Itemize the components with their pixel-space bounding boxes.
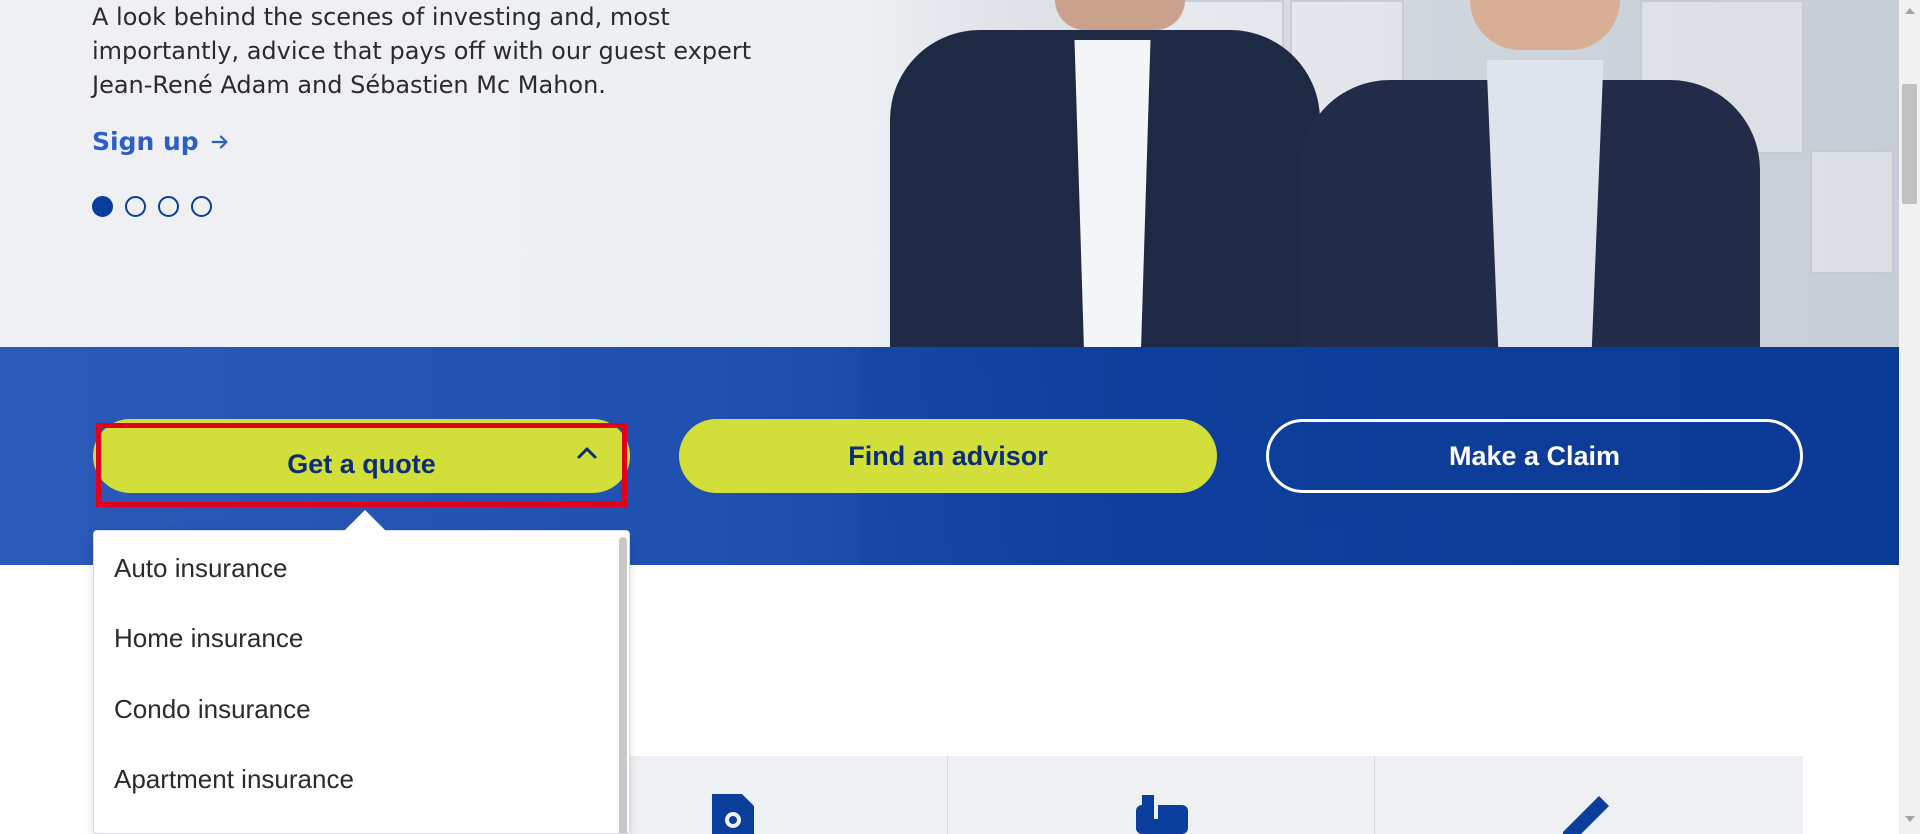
hero-banner: A look behind the scenes of investing an…	[0, 0, 1899, 347]
carousel-dot[interactable]	[92, 196, 113, 217]
menu-item-auto[interactable]: Auto insurance	[114, 553, 287, 584]
menu-item-condo[interactable]: Condo insurance	[114, 694, 311, 725]
services-row	[630, 756, 1803, 834]
scroll-up-icon[interactable]	[1905, 8, 1915, 14]
find-advisor-label: Find an advisor	[848, 440, 1048, 471]
dropdown-pointer	[343, 510, 387, 532]
pencil-icon	[1563, 796, 1609, 834]
signup-label: Sign up	[92, 127, 199, 156]
carousel-dot[interactable]	[191, 196, 212, 217]
location-tag-icon	[712, 794, 754, 834]
arrow-right-icon	[211, 134, 228, 149]
hero-description: A look behind the scenes of investing an…	[92, 3, 752, 99]
scroll-down-icon[interactable]	[1905, 816, 1915, 822]
menu-item-home[interactable]: Home insurance	[114, 623, 303, 654]
menu-item-apartment[interactable]: Apartment insurance	[114, 764, 354, 795]
quote-dropdown-menu: Auto insurance Home insurance Condo insu…	[93, 530, 630, 834]
find-advisor-button[interactable]: Find an advisor	[679, 419, 1217, 493]
quote-highlight-box	[96, 423, 627, 507]
signup-link[interactable]: Sign up	[92, 127, 231, 156]
carousel-dot[interactable]	[158, 196, 179, 217]
make-claim-label: Make a Claim	[1448, 440, 1621, 471]
carousel-dot[interactable]	[125, 196, 146, 217]
mailbox-icon	[1136, 795, 1188, 834]
scrollbar-thumb[interactable]	[1902, 84, 1917, 204]
make-claim-button[interactable]: Make a Claim	[1266, 419, 1803, 493]
carousel-dots	[92, 196, 212, 217]
menu-scrollbar[interactable]	[619, 537, 627, 833]
hero-photo	[860, 0, 1899, 347]
